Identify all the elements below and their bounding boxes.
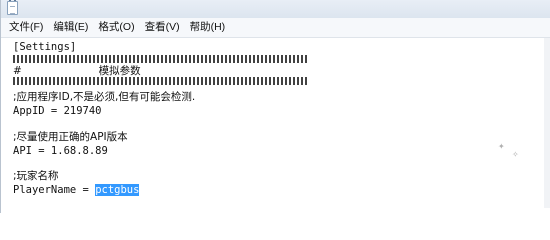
comment-title-line: # 模拟参数 — [13, 65, 141, 77]
hash-separator-top — [13, 55, 307, 63]
hash-separator-bottom — [13, 77, 307, 85]
section-header-line: [Settings] — [13, 41, 77, 53]
notepad-icon[interactable] — [7, 0, 18, 15]
title-bar — [1, 0, 550, 18]
menu-file[interactable]: 文件(F) — [4, 18, 48, 37]
notepad-window: 文件(F) 编辑(E) 格式(O) 查看(V) 帮助(H) [Settings]… — [0, 0, 550, 213]
text-editor[interactable]: [Settings] # 模拟参数 ;应用程序ID,不是必须,但有可能会检测. … — [9, 38, 545, 208]
player-name-line: PlayerName = pctgbus — [13, 184, 140, 196]
menu-edit[interactable]: 编辑(E) — [48, 18, 93, 37]
vertical-scrollbar[interactable] — [544, 38, 550, 208]
menu-format[interactable]: 格式(O) — [93, 18, 139, 37]
comment-api-line: ;尽量使用正确的API版本 — [13, 131, 128, 143]
sparkle-decoration-icon: ✧ — [512, 150, 519, 159]
comment-appid-line: ;应用程序ID,不是必须,但有可能会检测. — [13, 91, 196, 103]
player-name-selected-value[interactable]: pctgbus — [95, 184, 140, 196]
api-line: API = 1.68.8.89 — [13, 145, 108, 157]
menu-help[interactable]: 帮助(H) — [185, 18, 231, 37]
comment-player-line: ;玩家名称 — [13, 170, 59, 182]
menu-bar: 文件(F) 编辑(E) 格式(O) 查看(V) 帮助(H) — [1, 18, 550, 38]
appid-line: AppID = 219740 — [13, 105, 102, 117]
player-name-key: PlayerName = — [13, 184, 96, 196]
menu-view[interactable]: 查看(V) — [140, 18, 185, 37]
sparkle-decoration-icon: ✦ — [498, 142, 505, 151]
